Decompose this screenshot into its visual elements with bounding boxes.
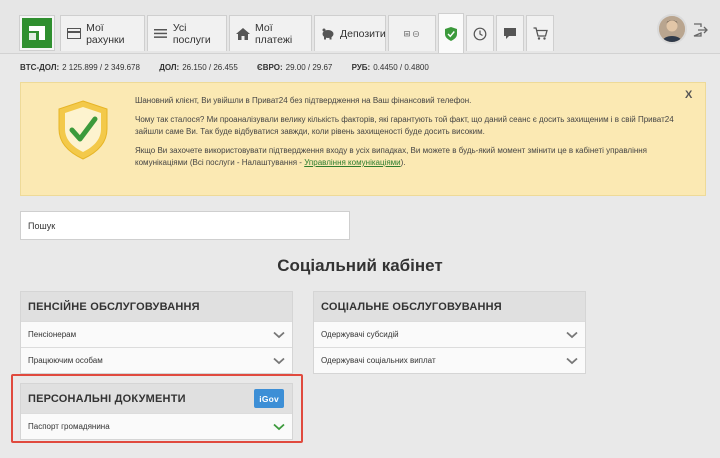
alert-close-button[interactable]: X [685, 89, 692, 101]
exchange-rates: BTC-ДОЛ: 2 125.899 / 2 349.678 ДОЛ: 26.150… [20, 63, 446, 72]
house-icon [236, 26, 250, 42]
alert-paragraph: Якщо Ви захочете використовувати підтвер… [135, 146, 648, 167]
list-item[interactable]: Одержувачі соціальних виплат [314, 347, 585, 373]
tab-my-accounts[interactable]: Мої рахунки [60, 15, 145, 51]
chat-icon [502, 26, 518, 42]
cart-icon [532, 26, 548, 42]
tab-label: Усі послуги [172, 21, 211, 46]
rate-btc: BTC-ДОЛ: 2 125.899 / 2 349.678 [20, 63, 140, 72]
tab-label: Мої платежі [255, 21, 293, 46]
security-notice: X Шановний клієнт, Ви увійшли в Приват24… [20, 82, 706, 196]
alert-paragraph: Чому так сталося? Ми проаналізували вели… [135, 115, 674, 136]
transfer-icon [404, 26, 420, 42]
tab-messages[interactable] [496, 15, 524, 51]
social-services-card: СОЦІАЛЬНЕ ОБСЛУГОВУВАННЯ Одержувачі субс… [313, 291, 586, 374]
tab-all-services[interactable]: Усі послуги [147, 15, 227, 51]
top-navigation: Мої рахунки Усі послуги Мої платежі Депо… [0, 0, 720, 54]
clock-icon [472, 26, 488, 42]
list-item[interactable]: Працюючим особам [21, 347, 292, 373]
chevron-down-icon [566, 357, 578, 364]
alert-text: Шановний клієнт, Ви увійшли в Приват24 б… [135, 95, 675, 176]
shield-icon [443, 26, 459, 42]
chevron-down-icon [273, 331, 285, 338]
chevron-down-icon [273, 357, 285, 364]
tab-shop[interactable] [526, 15, 554, 51]
alert-paragraph: Шановний клієнт, Ви увійшли в Приват24 б… [135, 96, 472, 105]
list-item[interactable]: Одержувачі субсидій [314, 321, 585, 347]
communications-settings-link[interactable]: Управління комунікаціями [304, 158, 400, 167]
tab-deposits[interactable]: Депозити [314, 15, 386, 51]
tab-security[interactable] [438, 13, 464, 53]
card-title: ПЕНСІЙНЕ ОБСЛУГОВУВАННЯ [21, 292, 292, 321]
rate-rub: РУБ: 0.4450 / 0.4800 [351, 63, 429, 72]
shield-check-icon [57, 99, 109, 161]
highlight-frame [11, 374, 303, 443]
page-title: Соціальний кабінет [277, 256, 443, 275]
privat24-logo[interactable] [20, 16, 54, 50]
user-avatar[interactable] [657, 14, 687, 44]
list-item[interactable]: Пенсіонерам [21, 321, 292, 347]
privat-logo-icon [22, 18, 52, 48]
list-icon [154, 26, 168, 42]
tab-label: Мої рахунки [86, 21, 125, 46]
chevron-down-icon [566, 331, 578, 338]
avatar-icon [659, 16, 685, 42]
tab-my-payments[interactable]: Мої платежі [229, 15, 312, 51]
logout-icon[interactable] [692, 22, 708, 38]
tab-history[interactable] [466, 15, 494, 51]
piggy-bank-icon [321, 26, 335, 42]
rate-eur: ЄВРО: 29.00 / 29.67 [257, 63, 333, 72]
card-title: СОЦІАЛЬНЕ ОБСЛУГОВУВАННЯ [314, 292, 585, 321]
search-input[interactable] [20, 211, 350, 240]
tab-label: Депозити [340, 27, 386, 40]
rate-usd: ДОЛ: 26.150 / 26.455 [159, 63, 238, 72]
card-icon [67, 26, 82, 42]
tab-transfers[interactable] [388, 15, 436, 51]
pension-services-card: ПЕНСІЙНЕ ОБСЛУГОВУВАННЯ Пенсіонерам Прац… [20, 291, 293, 374]
